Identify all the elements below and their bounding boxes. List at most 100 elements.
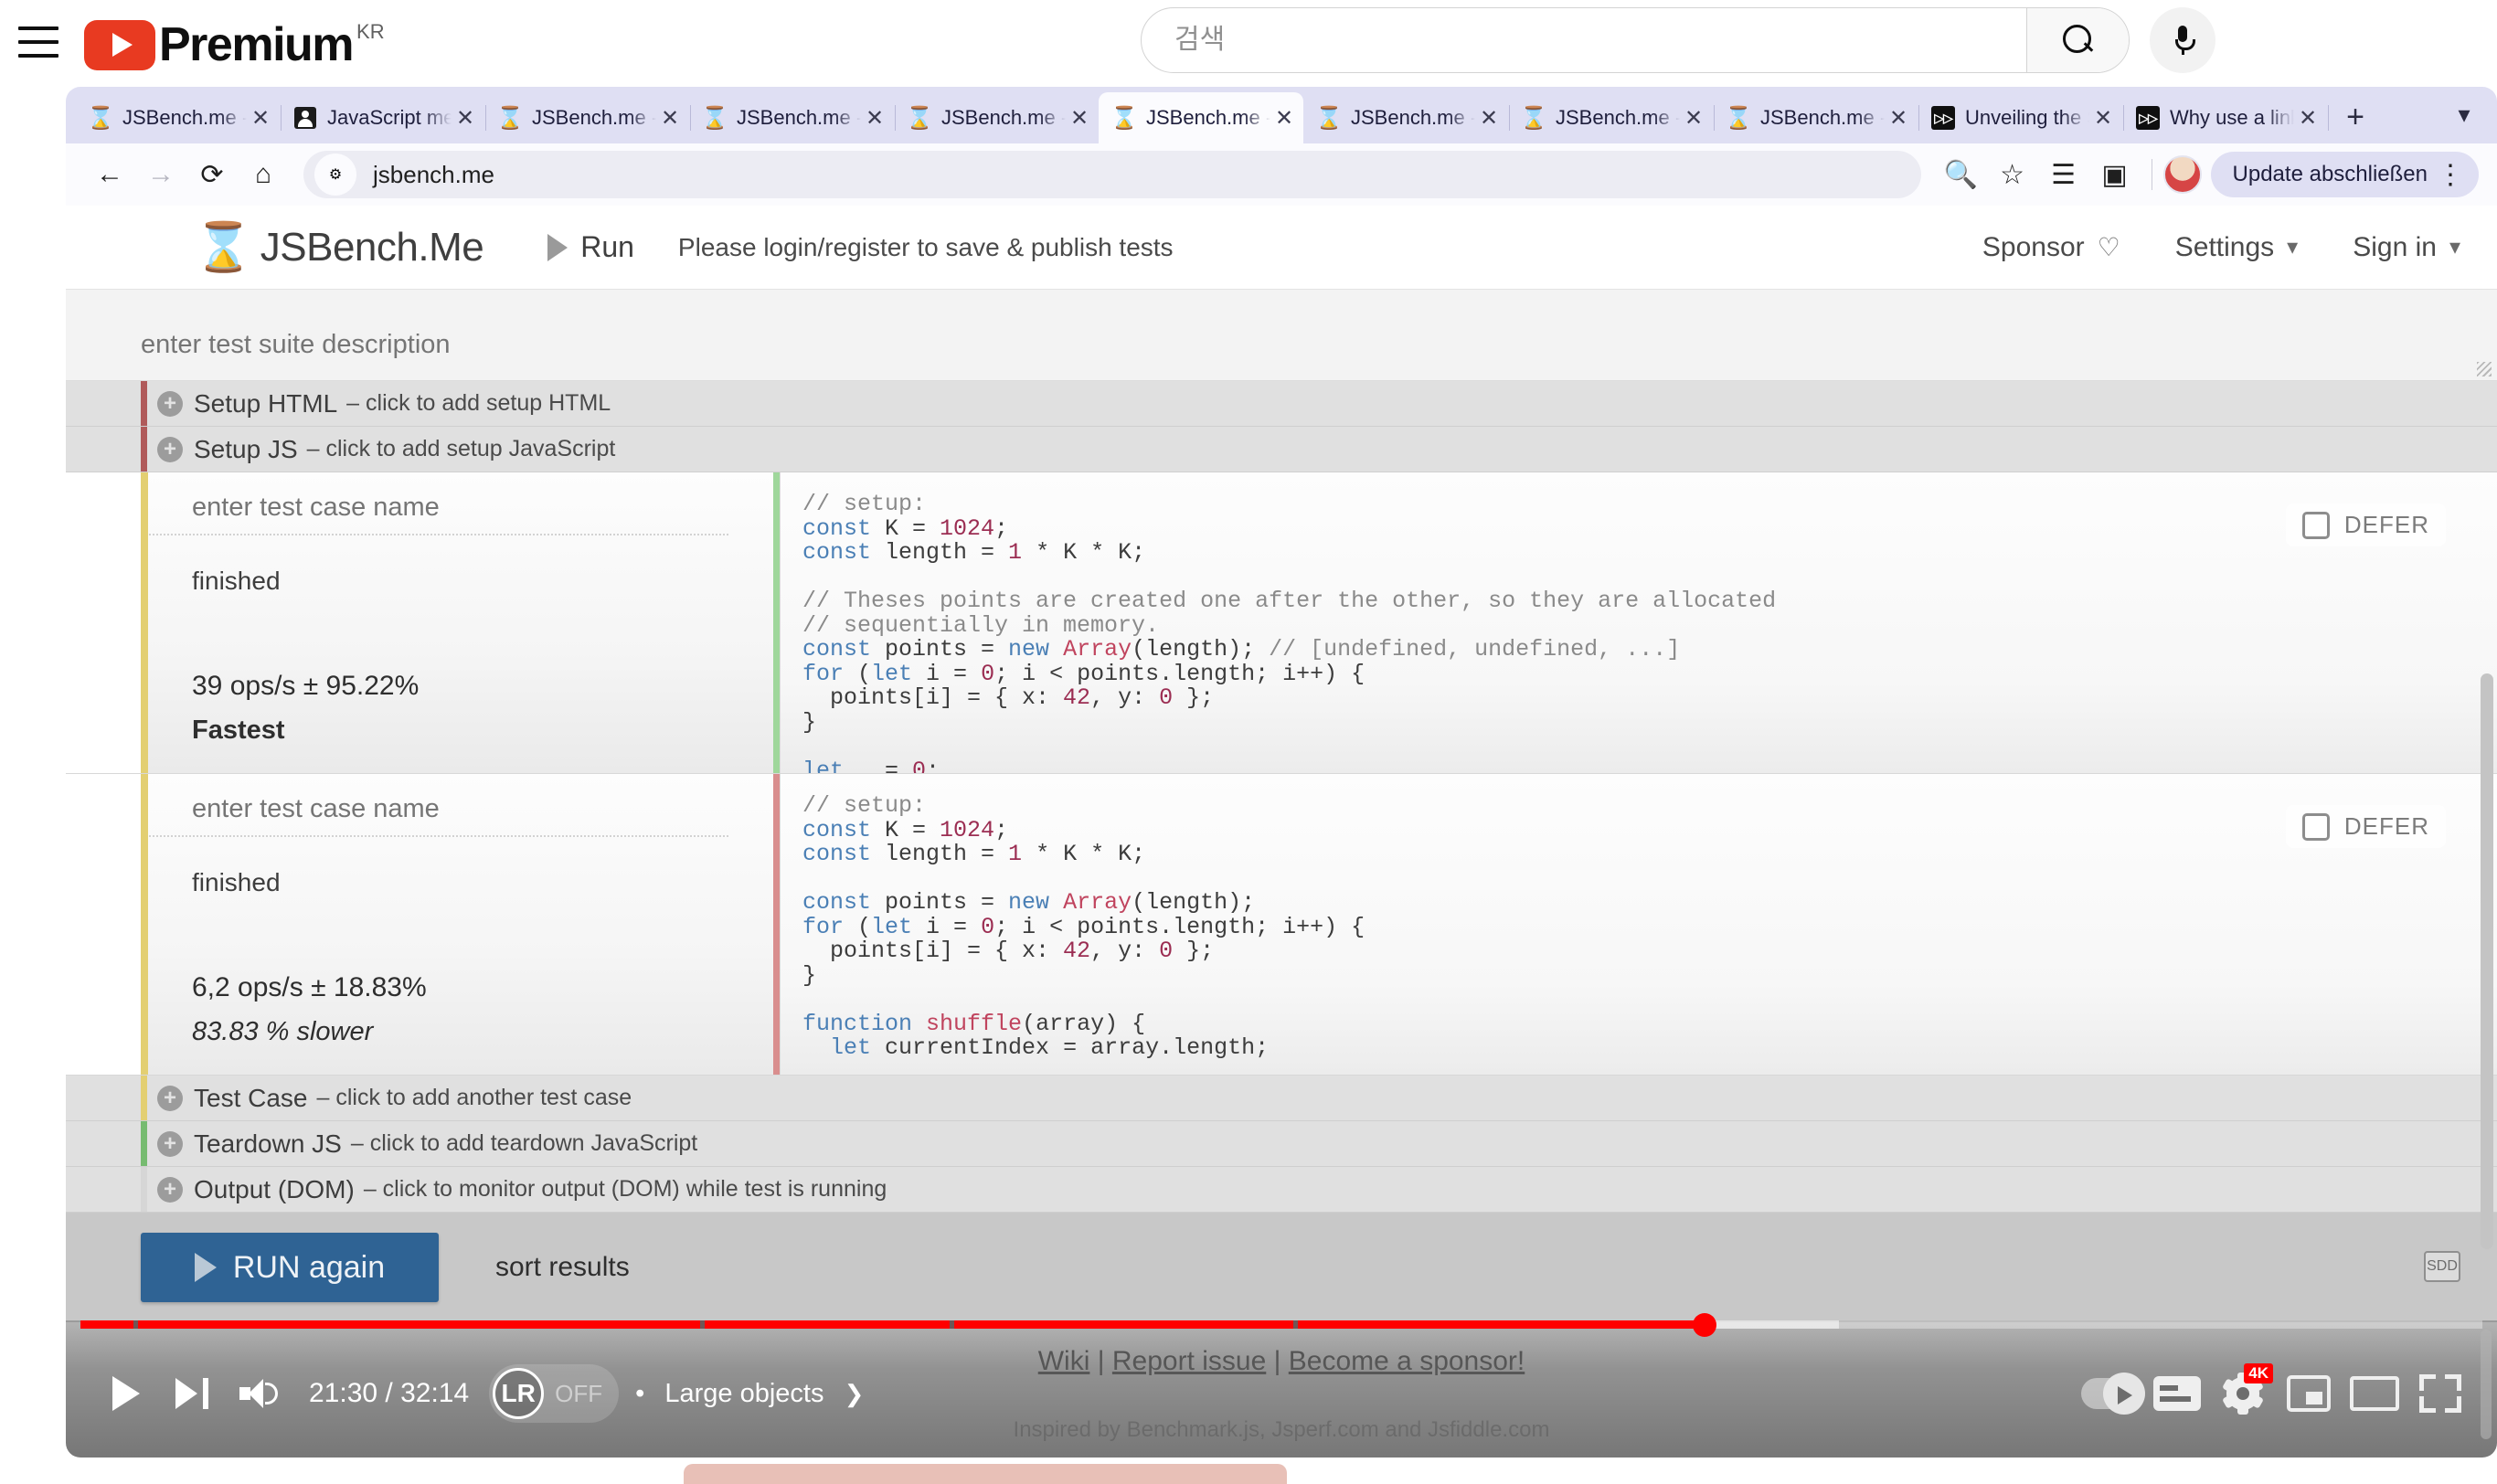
chapter-gap <box>950 1320 955 1329</box>
progress-scrubber[interactable] <box>1692 1313 1716 1337</box>
page-scrollbar[interactable] <box>2481 290 2493 1313</box>
sdd-badge: SDD <box>2424 1251 2460 1282</box>
player-scrollbar[interactable] <box>2481 1330 2492 1439</box>
avatar[interactable] <box>2162 155 2202 194</box>
browser-tab[interactable]: JavaScript mem ✕ <box>280 92 486 143</box>
home-icon[interactable]: ⌂ <box>238 149 289 200</box>
close-icon[interactable]: ✕ <box>2294 104 2322 132</box>
theater-mode-icon <box>2350 1376 2399 1411</box>
miniplayer-button[interactable] <box>2276 1361 2342 1426</box>
scrollbar-thumb[interactable] <box>2481 673 2493 1249</box>
reload-icon[interactable]: ⟳ <box>186 149 238 200</box>
theater-button[interactable] <box>2342 1361 2407 1426</box>
plus-icon: + <box>157 1130 183 1157</box>
signin-menu[interactable]: Sign in ▾ <box>2353 232 2460 263</box>
close-icon[interactable]: ✕ <box>656 104 684 132</box>
kebab-menu-icon[interactable]: ⋮ <box>2437 159 2464 191</box>
sort-results-button[interactable]: sort results <box>495 1252 630 1283</box>
browser-tabstrip: ⌛ JSBench.me - J ✕ JavaScript mem ✕ ⌛ JS… <box>66 87 2497 143</box>
site-logo[interactable]: ⌛ JSBench.Me <box>194 224 484 271</box>
loop-region-toggle[interactable]: LR OFF <box>489 1364 620 1423</box>
back-arrow-icon[interactable]: ← <box>84 149 135 200</box>
next-button[interactable] <box>159 1361 225 1426</box>
defer-checkbox[interactable] <box>2301 511 2330 539</box>
suite-description-input[interactable] <box>66 290 2497 380</box>
tab-title: JSBench.me - J <box>1760 106 1885 129</box>
code-editor-1[interactable]: // setup: const K = 1024; const length =… <box>781 472 2497 773</box>
close-icon[interactable]: ✕ <box>247 104 274 132</box>
address-bar[interactable]: ⚙ jsbench.me <box>303 151 1921 198</box>
youtube-search-box[interactable] <box>1141 7 2130 73</box>
play-button[interactable] <box>93 1361 159 1426</box>
browser-tab[interactable]: ⌛ JSBench.me - J ✕ <box>1303 92 1510 143</box>
chevron-down-icon: ▾ <box>2449 235 2460 260</box>
row-accent <box>141 1121 147 1166</box>
captions-button[interactable] <box>2144 1361 2210 1426</box>
browser-tab[interactable]: ⌛ JSBench.me - J ✕ <box>1508 92 1715 143</box>
close-icon[interactable]: ✕ <box>861 104 888 132</box>
reading-list-icon[interactable]: ☰ <box>2038 149 2089 200</box>
chevron-down-icon[interactable]: ▾ <box>2444 94 2484 134</box>
browser-tab[interactable]: ⌛ JSBench.me - J ✕ <box>1713 92 1919 143</box>
plus-icon: + <box>157 1085 183 1111</box>
code-editor-2[interactable]: // setup: const K = 1024; const length =… <box>781 774 2497 1061</box>
test-case-name-input[interactable] <box>141 774 729 837</box>
signin-label: Sign in <box>2353 231 2437 262</box>
puzzle-piece-icon[interactable]: ▣ <box>2089 149 2141 200</box>
update-button[interactable]: Update abschließen ⋮ <box>2210 152 2479 197</box>
chapter-label[interactable]: • Large objects ❯ <box>635 1379 864 1409</box>
defer-control[interactable]: DEFER <box>2285 504 2446 546</box>
search-button[interactable] <box>2026 8 2129 72</box>
browser-tab[interactable]: ⌛ JSBench.me - J ✕ <box>484 92 691 143</box>
close-icon[interactable]: ✕ <box>1270 104 1298 132</box>
browser-tab[interactable]: ⌛ JSBench.me - J ✕ <box>894 92 1100 143</box>
volume-icon <box>239 1379 278 1408</box>
add-test-case-row[interactable]: + Test Case – click to add another test … <box>66 1076 2497 1121</box>
video-progress-bar[interactable] <box>80 1313 2482 1337</box>
close-icon[interactable]: ✕ <box>452 104 479 132</box>
browser-tab[interactable]: ▷▷ Unveiling the Sp ✕ <box>1918 92 2124 143</box>
teardown-js-row[interactable]: + Teardown JS – click to add teardown Ja… <box>66 1121 2497 1167</box>
lr-icon: LR <box>493 1368 545 1419</box>
close-icon[interactable]: ✕ <box>1885 104 1912 132</box>
test-case-name-input[interactable] <box>141 472 729 535</box>
row-hint: – click to add another test case <box>316 1085 632 1110</box>
close-icon[interactable]: ✕ <box>2089 104 2117 132</box>
close-icon[interactable]: ✕ <box>1475 104 1503 132</box>
run-button[interactable]: Run <box>547 230 634 264</box>
zoom-icon[interactable]: 🔍 <box>1936 149 1987 200</box>
new-tab-button[interactable]: + <box>2334 96 2376 138</box>
run-bar: RUN again sort results SDD <box>66 1213 2497 1322</box>
video-icon: ▷▷ <box>2135 105 2161 131</box>
defer-control[interactable]: DEFER <box>2285 805 2446 848</box>
star-icon[interactable]: ☆ <box>1987 149 2038 200</box>
browser-tab[interactable]: ⌛ JSBench.me - J ✕ <box>689 92 896 143</box>
browser-tab[interactable]: ⌛ JSBench.me - J ✕ <box>75 92 282 143</box>
hamburger-icon[interactable] <box>18 26 58 58</box>
setup-html-row[interactable]: + Setup HTML – click to add setup HTML <box>66 381 2497 427</box>
run-again-button[interactable]: RUN again <box>141 1233 439 1302</box>
output-dom-row[interactable]: + Output (DOM) – click to monitor output… <box>66 1167 2497 1213</box>
volume-button[interactable] <box>225 1361 291 1426</box>
settings-button[interactable]: 4K <box>2210 1361 2276 1426</box>
test-case-editor[interactable]: // setup: const K = 1024; const length =… <box>781 472 2497 773</box>
youtube-premium-logo[interactable]: Premium KR <box>84 15 385 70</box>
close-icon[interactable]: ✕ <box>1066 104 1093 132</box>
player-time: 21:30 / 32:14 <box>309 1378 470 1408</box>
setup-js-row[interactable]: + Setup JS – click to add setup JavaScri… <box>66 427 2497 472</box>
site-settings-icon[interactable]: ⚙ <box>314 154 356 196</box>
browser-tab[interactable]: ▷▷ Why use a linke ✕ <box>2122 92 2329 143</box>
voice-search-button[interactable] <box>2150 7 2215 73</box>
autoplay-toggle[interactable] <box>2078 1361 2145 1426</box>
tab-title: JSBench.me - J <box>122 106 247 129</box>
forward-arrow-icon[interactable]: → <box>135 149 186 200</box>
browser-tab-active[interactable]: ⌛ JSBench.me - J ✕ <box>1099 92 1303 143</box>
test-case-editor[interactable]: // setup: const K = 1024; const length =… <box>781 774 2497 1075</box>
login-note: Please login/register to save & publish … <box>677 232 1174 261</box>
search-input[interactable] <box>1142 8 2026 72</box>
settings-menu[interactable]: Settings ▾ <box>2175 232 2298 263</box>
fullscreen-button[interactable] <box>2407 1361 2473 1426</box>
close-icon[interactable]: ✕ <box>1680 104 1707 132</box>
defer-checkbox[interactable] <box>2301 812 2330 841</box>
sponsor-link[interactable]: Sponsor ♡ <box>1982 232 2120 263</box>
